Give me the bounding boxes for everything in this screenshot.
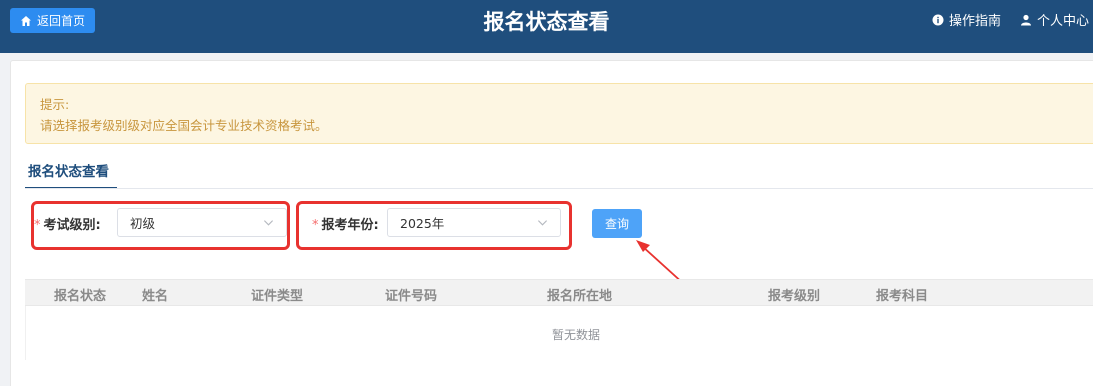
level-select[interactable]: 初级 [117,208,287,237]
notice-body: 请选择报考级别级对应全国会计专业技术资格考试。 [40,118,328,133]
column-header: 证件号码 [385,289,438,304]
year-label: * 报考年份: [312,214,379,233]
column-header: 证件类型 [251,289,304,304]
empty-state-text: 暂无数据 [552,328,601,342]
table-header: 报名状态 姓名 证件类型 证件号码 报名所在地 报考级别 报考科目 [25,279,1093,306]
column-header: 报考科目 [876,289,929,304]
user-center-label: 个人中心 [1037,14,1090,29]
notice-title: 提示: [40,97,70,112]
level-select-value: 初级 [130,216,156,231]
year-label-text: 报考年份: [321,218,379,233]
column-header: 姓名 [142,289,169,304]
column-header: 报名所在地 [547,289,613,304]
year-select-value: 2025年 [400,216,445,231]
tab-divider [25,188,1093,189]
chevron-down-icon [537,220,548,226]
level-label-text: 考试级别: [43,218,101,233]
user-center-link[interactable]: 个人中心 [1020,10,1089,29]
info-icon [932,14,944,25]
level-label: * 考试级别: [34,214,101,233]
guide-link[interactable]: 操作指南 [932,10,1001,29]
chevron-down-icon [263,220,274,226]
page-title: 报名状态查看 [483,10,610,34]
notice-box: 提示: 请选择报考级别级对应全国会计专业技术资格考试。 [25,83,1093,144]
required-mark: * [34,218,41,233]
tab-registration-status[interactable]: 报名状态查看 [25,162,117,189]
column-header: 报名状态 [54,289,107,304]
guide-link-label: 操作指南 [949,14,1002,29]
year-select[interactable]: 2025年 [387,208,561,237]
user-icon [1021,14,1031,25]
column-header: 报考级别 [768,289,821,304]
required-mark: * [312,218,319,233]
